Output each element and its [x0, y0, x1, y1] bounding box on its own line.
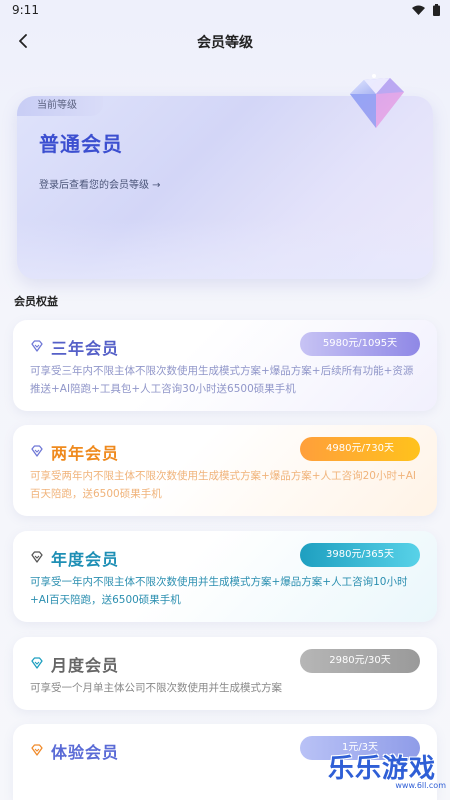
- tier-price-badge[interactable]: 3980元/365天: [300, 543, 420, 567]
- tier-card-two-year[interactable]: 两年会员 4980元/730天 可享受两年内不限主体不限次数使用生成模式方案+爆…: [13, 425, 437, 516]
- tier-name: 月度会员: [51, 656, 120, 675]
- tier-description: 可享受三年内不限主体不限次数使用生成模式方案+爆品方案+后续所有功能+资源推送+…: [30, 365, 414, 395]
- tier-card-trial[interactable]: 体验会员 1元/3天: [13, 724, 437, 800]
- tier-card-monthly[interactable]: 月度会员 2980元/30天 可享受一个月单主体公司不限次数使用并生成模式方案: [13, 637, 437, 710]
- battery-icon: [433, 4, 440, 16]
- page-title: 会员等级: [197, 35, 253, 51]
- diamond-icon: [350, 74, 404, 128]
- diamond-outline-icon: [31, 445, 43, 457]
- tier-card-three-year[interactable]: 三年会员 5980元/1095天 可享受三年内不限主体不限次数使用生成模式方案+…: [13, 320, 437, 411]
- benefits-section-title: 会员权益: [14, 295, 58, 308]
- tier-name: 两年会员: [51, 444, 120, 463]
- status-icons: [412, 4, 440, 16]
- current-level-name: 普通会员: [39, 132, 123, 156]
- tier-description: 可享受两年内不限主体不限次数使用生成模式方案+爆品方案+人工咨询20小时+AI百…: [30, 470, 417, 500]
- status-bar: 9:11: [0, 0, 450, 22]
- tier-price-badge[interactable]: 2980元/30天: [300, 649, 420, 673]
- nav-bar: 会员等级: [0, 24, 450, 58]
- tier-price-badge[interactable]: 4980元/730天: [300, 437, 420, 461]
- current-level-tag: 当前等级: [17, 96, 103, 116]
- login-view-level-link[interactable]: 登录后查看您的会员等级 →: [39, 176, 161, 191]
- tier-card-annual[interactable]: 年度会员 3980元/365天 可享受一年内不限主体不限次数使用并生成模式方案+…: [13, 531, 437, 622]
- tier-name: 年度会员: [51, 550, 120, 569]
- wifi-icon: [412, 5, 425, 15]
- tier-description: 可享受一个月单主体公司不限次数使用并生成模式方案: [30, 682, 282, 694]
- diamond-outline-icon: [31, 551, 43, 563]
- tier-price-badge[interactable]: 1元/3天: [300, 736, 420, 760]
- diamond-outline-icon: [31, 340, 43, 352]
- tier-name: 体验会员: [51, 743, 120, 762]
- status-time: 9:11: [12, 3, 39, 17]
- diamond-outline-icon: [31, 744, 43, 756]
- diamond-outline-icon: [31, 657, 43, 669]
- tier-description: 可享受一年内不限主体不限次数使用并生成模式方案+爆品方案+人工咨询10小时+AI…: [30, 576, 408, 606]
- tier-name: 三年会员: [51, 339, 120, 358]
- tier-price-badge[interactable]: 5980元/1095天: [300, 332, 420, 356]
